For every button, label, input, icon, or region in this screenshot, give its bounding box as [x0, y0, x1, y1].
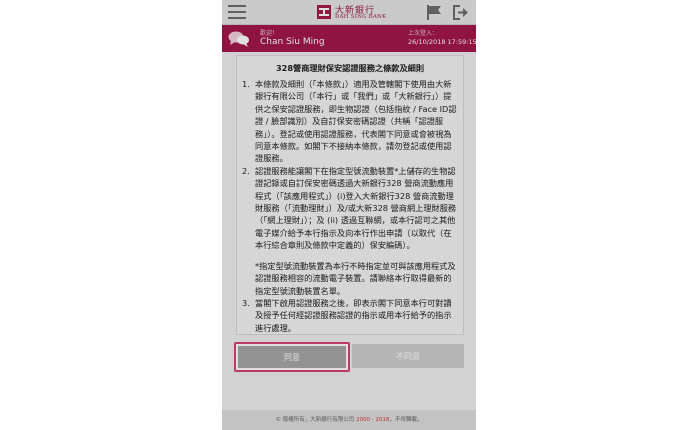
- welcome-label: 歡迎！: [260, 30, 279, 37]
- terms-item-number: 1.: [242, 79, 250, 89]
- logout-icon[interactable]: [452, 4, 469, 21]
- terms-item-text: 認證服務能讓閣下在指定型號流動裝置*上儲存的生物認證記錄或自訂保安密碼透過大新銀…: [255, 165, 457, 251]
- disagree-button[interactable]: 不同意: [352, 344, 464, 368]
- menu-icon[interactable]: [228, 5, 246, 19]
- copyright-footer: © 版權所有，大新銀行有限公司 2000 - 2018，不得轉載。: [222, 410, 476, 430]
- terms-note: *指定型號流動裝置為本行不時指定並可與該應用程式及認證服務相容的流動電子裝置。請…: [255, 260, 456, 296]
- terms-item: 2. 認證服務能讓閣下在指定型號流動裝置*上儲存的生物認證記錄或自訂保安密碼透過…: [237, 165, 463, 252]
- terms-item-number: 2.: [242, 165, 250, 176]
- terms-item-text: 本條款及細則（「本條款」）適用及管轄閣下使用由大新銀行有限公司（「本行」或「我們…: [255, 79, 457, 164]
- copyright-year-start: 2000: [356, 417, 370, 423]
- bank-logo-icon: [317, 5, 331, 19]
- terms-item: 1. 本條款及細則（「本條款」）適用及管轄閣下使用由大新銀行有限公司（「本行」或…: [237, 78, 463, 165]
- last-login-label: 上次登入：: [408, 30, 439, 37]
- copyright-year-end: 2018: [375, 417, 390, 423]
- last-login-value: 26/10/2018 17:59:15: [408, 38, 476, 46]
- chat-bubbles-icon: [228, 31, 249, 47]
- username: Chan Siu Ming: [260, 37, 325, 47]
- terms-item: 3. 當閣下啟用認證服務之後，即表示閣下同意本行可對讀及授予任何經認證服務認證的…: [237, 297, 463, 334]
- top-bar: 大新銀行 DAH SING BANK: [222, 0, 476, 25]
- copyright-suffix: ，不得轉載。: [389, 417, 423, 423]
- agree-button[interactable]: 同意: [234, 342, 350, 372]
- app-screen: 大新銀行 DAH SING BANK 歡迎！ Chan Siu Ming 上次登…: [222, 0, 476, 430]
- terms-item-number: 3.: [242, 297, 250, 308]
- flag-icon[interactable]: [427, 5, 441, 20]
- terms-item-text: 當閣下啟用認證服務之後，即表示閣下同意本行可對讀及授予任何經認證服務認證的指示或…: [255, 297, 452, 333]
- bank-logo: 大新銀行 DAH SING BANK: [317, 3, 412, 23]
- terms-scroll-area[interactable]: 328營商理財保安認證服務之條款及細則 1. 本條款及細則（「本條款」）適用及管…: [236, 55, 464, 335]
- terms-title: 328營商理財保安認證服務之條款及細則: [275, 63, 425, 73]
- copyright-prefix: © 版權所有，大新銀行有限公司: [275, 417, 356, 423]
- logo-english-text: DAH SING BANK: [335, 14, 387, 20]
- agree-button-label: 同意: [238, 346, 346, 368]
- user-info-bar: 歡迎！ Chan Siu Ming 上次登入： 26/10/2018 17:59…: [222, 25, 476, 52]
